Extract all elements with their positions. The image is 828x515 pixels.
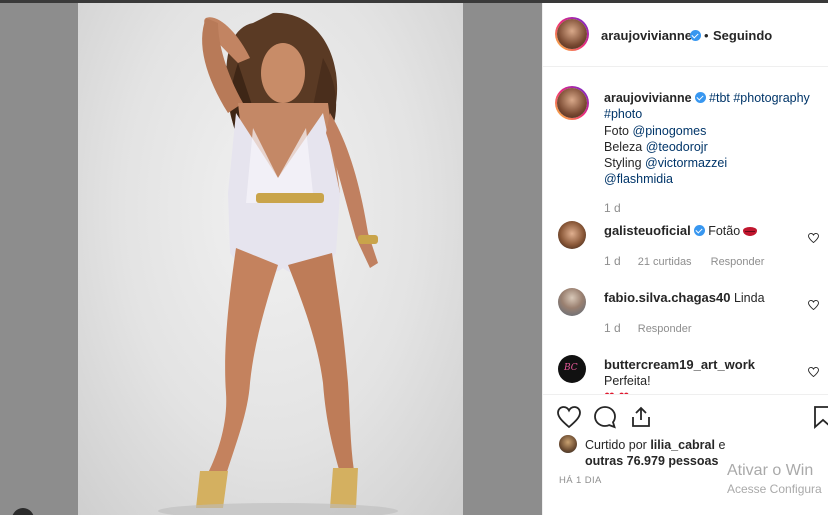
post-photo-figure (158, 12, 398, 515)
comment-item: fabio.silva.chagas40 Linda 1 d Responder (543, 288, 828, 348)
comment-bubble-icon[interactable] (593, 405, 617, 429)
caption-username[interactable]: araujovivianne (604, 91, 692, 105)
commenter-avatar[interactable] (558, 355, 586, 383)
caption-credit-line: Foto @pinogomes (604, 123, 707, 138)
author-avatar[interactable] (555, 17, 589, 51)
following-button[interactable]: Seguindo (713, 28, 772, 43)
verified-badge-icon (694, 92, 706, 103)
mention-link[interactable]: @victormazzei (645, 156, 727, 170)
save-bookmark-icon[interactable] (811, 405, 828, 429)
caption-credit-line: Beleza @teodorojr (604, 139, 708, 154)
caption-credit-line: Styling @victormazzei (604, 156, 728, 171)
likes-count[interactable]: outras 76.979 pessoas (585, 454, 718, 468)
comment-likes-count[interactable]: 21 curtidas (638, 256, 692, 268)
modal-backdrop-left[interactable] (0, 3, 78, 515)
lips-emoji-icon (743, 227, 758, 236)
caption-credit-line: @flashmidia (604, 171, 814, 187)
like-comment-heart-icon[interactable] (808, 233, 819, 243)
like-comment-heart-icon[interactable] (808, 367, 819, 377)
watermark-line-1: Ativar o Win (727, 462, 814, 479)
caption-author-avatar[interactable] (555, 86, 589, 120)
comments-list[interactable]: araujovivianne #tbt #photography #photo … (543, 68, 828, 394)
mention-link[interactable]: @teodorojr (646, 140, 708, 154)
verified-badge-icon (690, 30, 701, 41)
mention-link[interactable]: @flashmidia (604, 172, 673, 186)
comment-text: fabio.silva.chagas40 Linda (604, 290, 765, 305)
commenter-avatar[interactable] (558, 288, 586, 316)
commenter-username[interactable]: fabio.silva.chagas40 (604, 290, 730, 305)
windows-activation-watermark: Ativar o Win Acesse Configura (727, 462, 822, 496)
liker-username[interactable]: lilia_cabral (650, 438, 715, 452)
comment-time[interactable]: 1 d (604, 254, 621, 268)
post-photo[interactable] (78, 3, 463, 515)
commenter-username[interactable]: galisteuoficial (604, 223, 691, 238)
verified-badge-icon (693, 225, 705, 236)
comment-meta: 1 d 21 curtidas Responder (604, 254, 764, 268)
like-heart-icon[interactable] (557, 405, 581, 429)
like-comment-heart-icon[interactable] (808, 300, 819, 310)
comment-text: buttercream19_art_work Perfeita! ❤ ❤ (604, 357, 804, 394)
caption-time[interactable]: 1 d (604, 201, 621, 215)
post-side-panel: araujovivianne • Seguindo araujovivianne… (542, 3, 828, 515)
share-icon[interactable] (629, 405, 653, 429)
author-username[interactable]: araujovivianne (601, 28, 692, 43)
commenter-avatar[interactable] (558, 221, 586, 249)
post-actions: Curtido por lilia_cabral e outras 76.979… (543, 394, 828, 515)
post-header: araujovivianne • Seguindo (543, 3, 828, 67)
commenter-username[interactable]: buttercream19_art_work (604, 357, 755, 372)
modal-backdrop-right[interactable] (463, 3, 542, 515)
watermark-line-2: Acesse Configura (727, 482, 822, 496)
post-timestamp[interactable]: HÁ 1 DIA (559, 475, 602, 486)
caption-text: araujovivianne #tbt #photography #photo … (604, 90, 814, 188)
comment-item: buttercream19_art_work Perfeita! ❤ ❤ (543, 355, 828, 394)
mention-link[interactable]: @pinogomes (633, 124, 707, 138)
comment-time[interactable]: 1 d (604, 321, 621, 335)
separator-dot: • (704, 28, 709, 43)
comment-item: galisteuoficial Fotão 1 d 21 curtidas Re… (543, 221, 828, 281)
reply-button[interactable]: Responder (638, 323, 692, 335)
comment-text: galisteuoficial Fotão (604, 223, 804, 239)
reply-button[interactable]: Responder (711, 256, 765, 268)
liker-avatar[interactable] (559, 435, 577, 453)
comment-meta: 1 d Responder (604, 321, 692, 335)
